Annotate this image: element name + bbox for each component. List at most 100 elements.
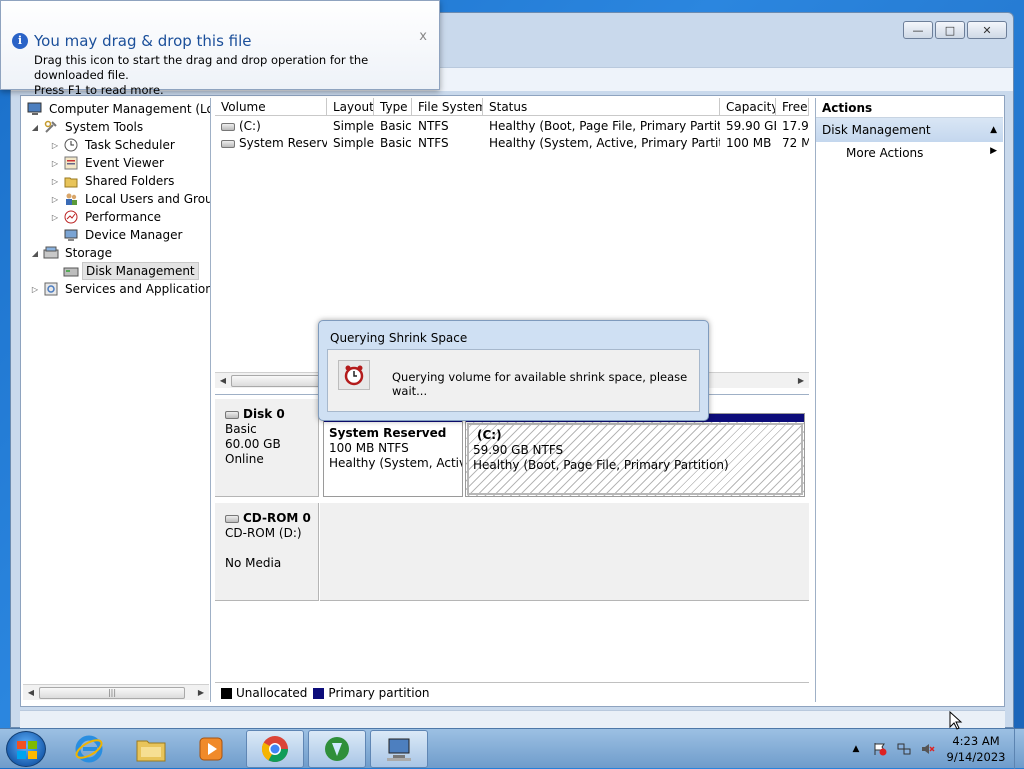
taskbar-file-explorer[interactable] (122, 730, 180, 768)
column-file-system[interactable]: File System (412, 98, 483, 115)
tree-item-computer-management[interactable]: Computer Management (Local (25, 100, 210, 118)
column-volume[interactable]: Volume (215, 98, 327, 115)
legend-unallocated: Unallocated (221, 686, 307, 700)
taskbar-clock[interactable]: 4:23 AM 9/14/2023 (940, 733, 1012, 765)
table-row[interactable]: System Reserved Simple Basic NTFS Health… (215, 135, 809, 152)
mouse-cursor-icon (949, 711, 963, 730)
collapsed-arrow-icon[interactable]: ▷ (49, 213, 61, 222)
show-desktop-button[interactable] (1014, 729, 1024, 769)
windows-logo-icon (17, 741, 37, 759)
column-layout[interactable]: Layout (327, 98, 374, 115)
tree-item-services-applications[interactable]: ▷ Services and Applications (29, 280, 210, 298)
tree-item-local-users-groups[interactable]: ▷ Local Users and Groups (49, 190, 210, 208)
tree-item-event-viewer[interactable]: ▷ Event Viewer (49, 154, 167, 172)
show-hidden-icons-icon[interactable]: ▲ (848, 741, 864, 757)
tree-item-shared-folders[interactable]: ▷ Shared Folders (49, 172, 177, 190)
tree-item-task-scheduler[interactable]: ▷ Task Scheduler (49, 136, 178, 154)
alarm-clock-icon (338, 360, 370, 390)
volume-icon (221, 122, 235, 131)
disk-graphical-view: Disk 0 Basic 60.00 GB Online System Rese… (215, 394, 809, 682)
chrome-icon (261, 736, 289, 763)
tools-icon (43, 119, 59, 135)
tree-item-performance[interactable]: ▷ Performance (49, 208, 164, 226)
disk-legend: Unallocated Primary partition (215, 682, 809, 702)
system-tray: ▲ 4:23 AM 9/14/2023 (844, 729, 1012, 769)
tree-item-storage[interactable]: ◢ Storage (29, 244, 115, 262)
device-manager-icon (63, 227, 79, 243)
actions-pane: Actions Disk Management ▲ More Actions ▶ (815, 98, 1003, 702)
taskbar-download-manager[interactable] (308, 730, 366, 768)
taskbar-computer-management[interactable] (370, 730, 428, 768)
scroll-thumb[interactable]: ||| (39, 686, 185, 699)
computer-management-icon (387, 738, 411, 761)
console-tree: Computer Management (Local ◢ System Tool… (23, 98, 211, 702)
tree-item-disk-management[interactable]: Disk Management (61, 262, 199, 280)
scroll-right-icon[interactable]: ▶ (193, 688, 209, 697)
actions-section-disk-management[interactable]: Disk Management ▲ (816, 118, 1003, 142)
volume-muted-icon[interactable] (920, 741, 936, 757)
legend-primary: Primary partition (313, 686, 430, 700)
expanded-arrow-icon[interactable]: ◢ (29, 123, 41, 132)
computer-icon (27, 101, 43, 117)
folder-icon (63, 173, 79, 189)
drag-drop-notification[interactable]: i You may drag & drop this file Drag thi… (0, 0, 440, 97)
scroll-right-icon[interactable]: ▶ (793, 376, 809, 385)
table-row[interactable]: (C:) Simple Basic NTFS Healthy (Boot, Pa… (215, 118, 809, 135)
scroll-left-icon[interactable]: ◀ (23, 688, 39, 697)
close-button[interactable]: ✕ (967, 21, 1007, 39)
maximize-button[interactable]: □ (935, 21, 965, 39)
collapsed-arrow-icon[interactable]: ▷ (49, 141, 61, 150)
collapsed-arrow-icon[interactable]: ▷ (29, 285, 41, 294)
minimize-button[interactable]: — (903, 21, 933, 39)
submenu-arrow-icon: ▶ (990, 146, 997, 156)
tree-item-system-tools[interactable]: ◢ System Tools (29, 118, 146, 136)
storage-icon (43, 245, 59, 261)
close-icon: ✕ (982, 23, 992, 37)
collapse-up-icon[interactable]: ▲ (990, 125, 997, 135)
partition-c-drive[interactable]: (C:) 59.90 GB NTFS Healthy (Boot, Page F… (465, 413, 805, 497)
actions-title: Actions (816, 98, 1003, 118)
start-button[interactable] (6, 731, 46, 767)
volume-list-header: Volume Layout Type File System Status Ca… (215, 98, 809, 116)
volume-icon (221, 139, 235, 148)
notification-body: Drag this icon to start the drag and dro… (34, 53, 369, 97)
column-status[interactable]: Status (483, 98, 720, 115)
cdrom-0-label[interactable]: CD-ROM 0 CD-ROM (D:) No Media (215, 503, 319, 601)
maximize-icon: □ (944, 23, 956, 37)
notification-title: You may drag & drop this file (34, 32, 252, 50)
taskbar-media-player[interactable] (182, 730, 240, 768)
event-viewer-icon (63, 155, 79, 171)
users-icon (63, 191, 79, 207)
internet-explorer-icon (75, 735, 103, 763)
network-icon[interactable] (896, 741, 912, 757)
disk-management-icon (63, 263, 79, 279)
column-free[interactable]: Free (776, 98, 809, 115)
tree-horizontal-scrollbar[interactable]: ◀ ||| ▶ (23, 684, 209, 700)
collapsed-arrow-icon[interactable]: ▷ (49, 195, 61, 204)
collapsed-arrow-icon[interactable]: ▷ (49, 159, 61, 168)
scroll-thumb[interactable] (231, 374, 321, 387)
window-controls: — □ ✕ (903, 21, 1007, 39)
collapsed-arrow-icon[interactable]: ▷ (49, 177, 61, 186)
folder-icon (136, 740, 166, 762)
info-icon: i (12, 33, 28, 49)
taskbar-chrome[interactable] (246, 730, 304, 768)
taskbar-internet-explorer[interactable] (60, 730, 118, 768)
more-actions-item[interactable]: More Actions ▶ (816, 142, 1003, 164)
dialog-message: Querying volume for available shrink spa… (392, 370, 688, 398)
scroll-left-icon[interactable]: ◀ (215, 376, 231, 385)
tree-item-device-manager[interactable]: Device Manager (61, 226, 185, 244)
media-player-icon (199, 737, 223, 761)
disk-0-label[interactable]: Disk 0 Basic 60.00 GB Online (215, 399, 319, 497)
action-center-flag-icon[interactable] (872, 741, 888, 757)
partition-system-reserved[interactable]: System Reserved 100 MB NTFS Healthy (Sys… (323, 413, 463, 497)
download-manager-icon (325, 737, 349, 761)
notification-close-icon[interactable]: x (419, 29, 427, 44)
minimize-icon: — (912, 23, 924, 37)
expanded-arrow-icon[interactable]: ◢ (29, 249, 41, 258)
status-bar (20, 710, 1005, 728)
column-type[interactable]: Type (374, 98, 412, 115)
querying-shrink-space-dialog: Querying Shrink Space Querying volume fo… (318, 320, 709, 421)
column-capacity[interactable]: Capacity (720, 98, 776, 115)
taskbar: ▲ 4:23 AM 9/14/2023 (0, 728, 1024, 769)
